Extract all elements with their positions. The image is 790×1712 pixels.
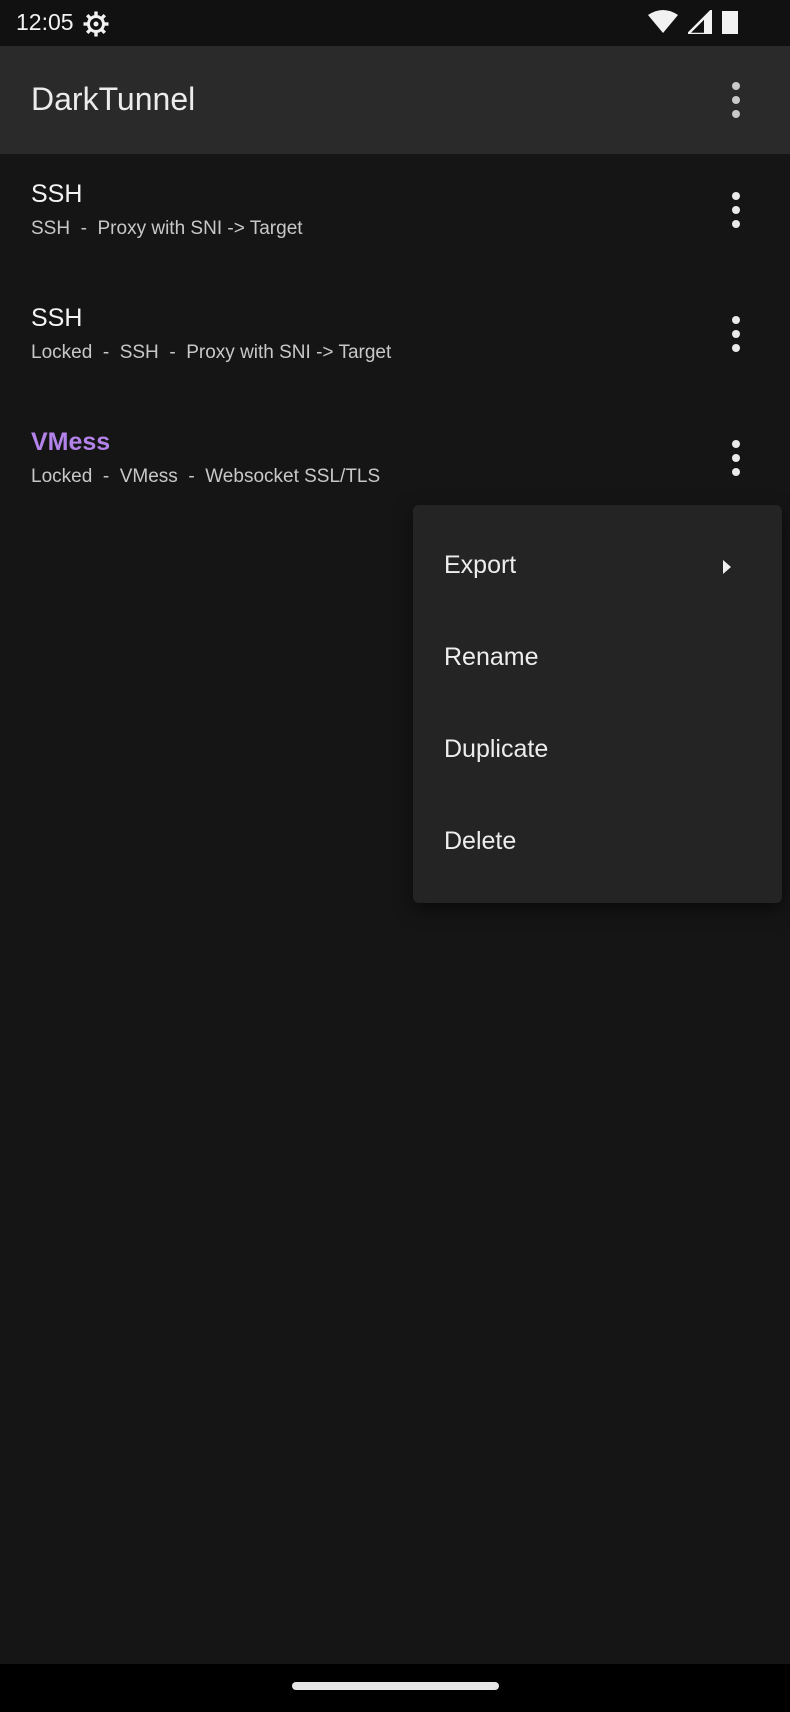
menu-item-duplicate[interactable]: Duplicate <box>413 689 782 781</box>
profile-subtitle: SSH - Proxy with SNI -> Target <box>31 218 303 239</box>
profile-item-ssh[interactable]: SSH SSH - Proxy with SNI -> Target <box>0 154 790 278</box>
menu-item-rename[interactable]: Rename <box>413 597 782 689</box>
cellular-signal-icon <box>688 10 712 34</box>
profile-title-selected: VMess <box>31 428 111 456</box>
status-time: 12:05 <box>16 9 74 35</box>
home-gesture-handle[interactable] <box>292 1682 499 1690</box>
status-icons <box>648 10 738 34</box>
profile-more-icon[interactable] <box>716 310 756 358</box>
battery-icon <box>722 11 738 34</box>
profile-subtitle: Locked - VMess - Websocket SSL/TLS <box>31 466 381 487</box>
menu-item-export[interactable]: Export <box>413 505 782 597</box>
context-menu: Export Rename Duplicate Delete <box>413 505 782 903</box>
screen: 12:05 DarkTunnel SSH SSH - Proxy with SN… <box>0 0 790 1712</box>
profile-subtitle: Locked - SSH - Proxy with SNI -> Target <box>31 342 392 363</box>
submenu-arrow-icon <box>723 560 731 574</box>
profile-title: SSH <box>31 180 83 208</box>
menu-item-label: Delete <box>444 827 517 855</box>
app-title: DarkTunnel <box>31 81 196 117</box>
more-vert-icon[interactable] <box>716 76 756 124</box>
app-bar: DarkTunnel <box>0 46 790 154</box>
settings-gear-icon <box>83 11 109 37</box>
menu-item-label: Export <box>444 551 517 579</box>
status-bar: 12:05 <box>0 0 790 46</box>
wifi-icon <box>648 10 678 33</box>
menu-item-delete[interactable]: Delete <box>413 781 782 873</box>
profile-more-icon[interactable] <box>716 434 756 482</box>
menu-item-label: Rename <box>444 643 539 671</box>
navigation-bar <box>0 1664 790 1712</box>
menu-item-label: Duplicate <box>444 735 549 763</box>
profile-title: SSH <box>31 304 83 332</box>
profile-more-icon[interactable] <box>716 186 756 234</box>
profile-item-ssh-locked[interactable]: SSH Locked - SSH - Proxy with SNI -> Tar… <box>0 278 790 402</box>
